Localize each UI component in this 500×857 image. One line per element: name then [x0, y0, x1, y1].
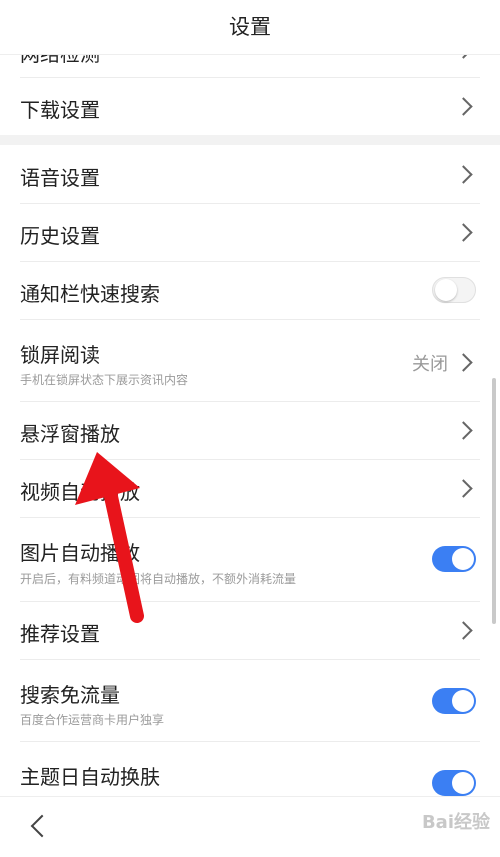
red-arrow-annotation [75, 452, 144, 623]
